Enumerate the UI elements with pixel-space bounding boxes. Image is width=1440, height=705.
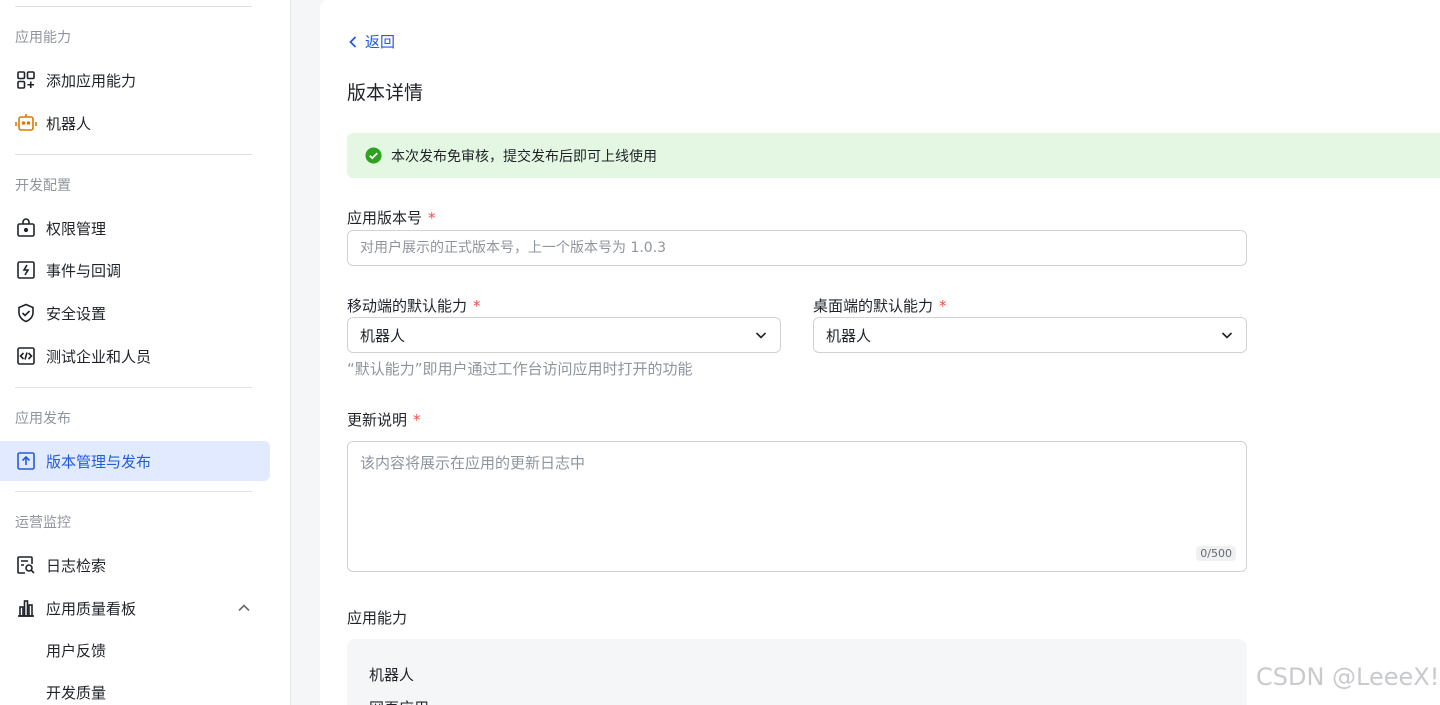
- sidebar-item-label: 安全设置: [46, 304, 107, 323]
- add-app-icon: [15, 69, 37, 91]
- update-notes-field: 0/500: [347, 441, 1247, 572]
- sidebar-item-quality-board[interactable]: 应用质量看板: [0, 588, 270, 628]
- desktop-default-label: 桌面端的默认能力 *: [813, 295, 947, 316]
- chevron-left-icon: [349, 35, 357, 48]
- back-label: 返回: [365, 33, 396, 51]
- chevron-up-icon[interactable]: [236, 600, 252, 616]
- bar-chart-icon: [15, 597, 37, 619]
- sidebar-item-label: 版本管理与发布: [46, 452, 152, 471]
- capability-item: 机器人: [369, 666, 415, 684]
- required-mark: *: [428, 209, 436, 227]
- update-notes-label: 更新说明 *: [347, 409, 421, 430]
- update-notes-label-text: 更新说明: [347, 411, 408, 429]
- sidebar-divider: [15, 387, 252, 388]
- sidebar-item-label: 测试企业和人员: [46, 347, 152, 366]
- version-label: 应用版本号 *: [347, 207, 436, 228]
- sidebar-item-test-users[interactable]: 测试企业和人员: [0, 336, 270, 376]
- watermark: CSDN @LeeeX!: [1256, 663, 1440, 691]
- log-search-icon: [15, 554, 37, 576]
- lock-icon: [15, 217, 37, 239]
- sidebar-section-title: 应用发布: [15, 411, 71, 427]
- mobile-default-label-text: 移动端的默认能力: [347, 297, 468, 315]
- mobile-default-select[interactable]: 机器人: [347, 317, 781, 353]
- required-mark: *: [939, 297, 947, 315]
- sidebar-item-label: 日志检索: [46, 556, 107, 575]
- sidebar-divider: [15, 6, 252, 7]
- sidebar-divider: [15, 154, 252, 155]
- char-counter: 0/500: [1196, 546, 1236, 561]
- desktop-default-value: 机器人: [826, 326, 872, 345]
- sidebar-item-label: 权限管理: [46, 219, 107, 238]
- sidebar-section-title: 应用能力: [15, 30, 71, 46]
- sidebar-item-robot[interactable]: 机器人: [0, 103, 270, 143]
- check-circle-icon: [365, 147, 382, 164]
- required-mark: *: [413, 411, 421, 429]
- sidebar-item-security[interactable]: 安全设置: [0, 293, 270, 333]
- capabilities-list: 机器人 网页应用: [347, 639, 1247, 705]
- upload-icon: [15, 450, 37, 472]
- sidebar-section-title: 运营监控: [15, 515, 71, 531]
- default-capability-hint: “默认能力”即用户通过工作台访问应用时打开的功能: [347, 360, 693, 378]
- sidebar-item-permissions[interactable]: 权限管理: [0, 208, 270, 248]
- back-link[interactable]: 返回: [347, 31, 395, 52]
- sidebar-item-log-search[interactable]: 日志检索: [0, 545, 270, 585]
- desktop-default-label-text: 桌面端的默认能力: [813, 297, 934, 315]
- capabilities-label: 应用能力: [347, 609, 408, 627]
- sidebar-item-add-capability[interactable]: 添加应用能力: [0, 60, 270, 100]
- chevron-down-icon: [755, 332, 767, 339]
- page-title: 版本详情: [347, 82, 424, 104]
- notice-text: 本次发布免审核，提交发布后即可上线使用: [391, 148, 657, 165]
- update-notes-textarea[interactable]: [348, 442, 1246, 571]
- chevron-down-icon: [1221, 332, 1233, 339]
- success-notice: 本次发布免审核，提交发布后即可上线使用: [347, 133, 1440, 178]
- shield-icon: [15, 302, 37, 324]
- code-icon: [15, 345, 37, 367]
- event-icon: [15, 259, 37, 281]
- mobile-default-label: 移动端的默认能力 *: [347, 295, 481, 316]
- sidebar: 应用能力 添加应用能力 机器人 开发配置 权限管理 事件与回调 安全设置 测试企…: [0, 0, 291, 705]
- sidebar-item-label: 机器人: [46, 114, 92, 133]
- sidebar-item-events[interactable]: 事件与回调: [0, 250, 270, 290]
- sidebar-item-version-release[interactable]: 版本管理与发布: [0, 441, 270, 481]
- robot-icon: [15, 112, 37, 134]
- sidebar-item-label: 应用质量看板: [46, 599, 137, 618]
- sidebar-item-label: 添加应用能力: [46, 71, 137, 90]
- sidebar-subitem-dev-quality[interactable]: 开发质量: [46, 682, 106, 704]
- sidebar-item-label: 事件与回调: [46, 261, 122, 280]
- version-input[interactable]: [347, 230, 1247, 266]
- sidebar-section-title: 开发配置: [15, 178, 71, 194]
- required-mark: *: [473, 297, 481, 315]
- sidebar-subitem-feedback[interactable]: 用户反馈: [46, 640, 106, 662]
- sidebar-divider: [15, 491, 252, 492]
- capability-item: 网页应用: [369, 697, 429, 705]
- mobile-default-value: 机器人: [360, 326, 406, 345]
- desktop-default-select[interactable]: 机器人: [813, 317, 1247, 353]
- version-label-text: 应用版本号: [347, 209, 423, 227]
